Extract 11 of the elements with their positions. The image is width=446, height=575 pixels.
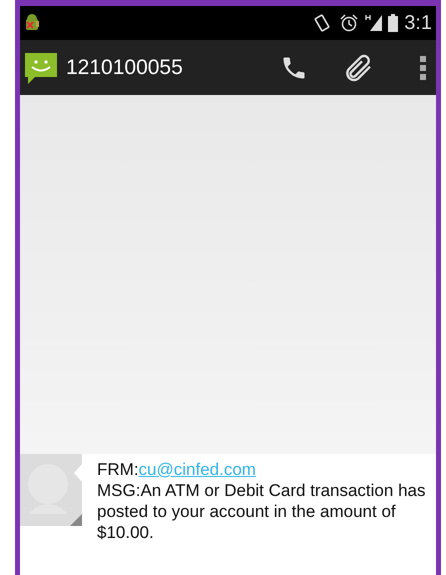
smiley-message-icon[interactable] — [24, 50, 58, 84]
rotation-icon — [314, 14, 330, 32]
android-debug-icon — [24, 13, 40, 33]
battery-icon — [388, 14, 398, 32]
signal-icon — [364, 14, 384, 32]
contact-number: 1210100055 — [66, 54, 183, 81]
message-text: FRM:cu@cinfed.com MSG:An ATM or Debit Card transaction has posted to your account in the amount of $10.00. — [97, 459, 426, 544]
email-link[interactable]: cu@cinfed.com — [138, 460, 256, 479]
alarm-clock-icon — [340, 14, 358, 32]
overflow-menu-icon[interactable] — [420, 56, 426, 80]
status-time: 3:1 — [404, 13, 432, 33]
